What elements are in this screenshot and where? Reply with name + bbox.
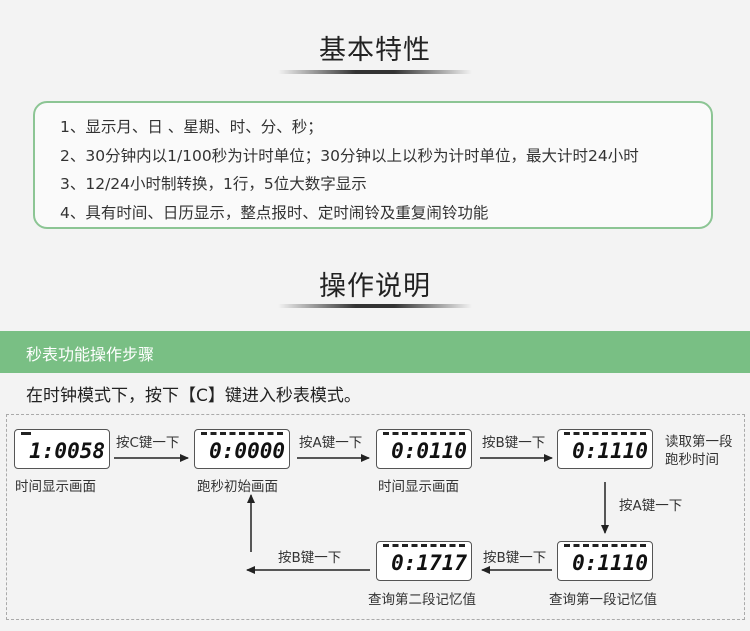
label-press-b-1: 按B键一下 <box>482 435 546 451</box>
caption-memory-1: 查询第一段记忆值 <box>549 592 657 608</box>
lcd-first-lap: 0:1110 <box>557 429 653 469</box>
caption-stopwatch-initial: 跑秒初始画面 <box>197 479 278 495</box>
caption-first-lap: 读取第一段跑秒时间 <box>665 434 733 468</box>
lcd-segment-bars <box>21 432 31 439</box>
lcd-stopwatch-initial: 0:0000 <box>194 429 290 469</box>
lcd-digits: 0:1110 <box>572 439 648 463</box>
lcd-segment-bars <box>201 432 283 439</box>
lcd-time-display: 1:0058 <box>14 429 110 469</box>
caption-memory-2: 查询第二段记忆值 <box>368 592 476 608</box>
lcd-segment-bars <box>383 544 465 551</box>
lcd-segment-bars <box>564 432 646 439</box>
lcd-segment-bars <box>383 432 465 439</box>
lcd-segment-bars <box>564 544 646 551</box>
lcd-memory-1: 0:1110 <box>557 541 653 581</box>
lcd-digits: 0:1110 <box>572 551 648 575</box>
lcd-running: 0:0110 <box>376 429 472 469</box>
flow-arrows <box>114 454 609 574</box>
caption-running: 时间显示画面 <box>378 479 459 495</box>
lcd-memory-2: 0:1717 <box>376 541 472 581</box>
caption-time-display: 时间显示画面 <box>15 479 96 495</box>
label-press-a-2: 按A键一下 <box>619 498 683 514</box>
label-press-b-3: 按B键一下 <box>278 550 342 566</box>
label-press-a-1: 按A键一下 <box>299 435 363 451</box>
lcd-digits: 0:0110 <box>391 439 467 463</box>
lcd-digits: 0:1717 <box>391 551 467 575</box>
label-press-c: 按C键一下 <box>116 435 180 451</box>
label-press-b-2: 按B键一下 <box>483 550 547 566</box>
lcd-digits: 0:0000 <box>209 439 285 463</box>
lcd-digits: 1:0058 <box>29 439 105 463</box>
